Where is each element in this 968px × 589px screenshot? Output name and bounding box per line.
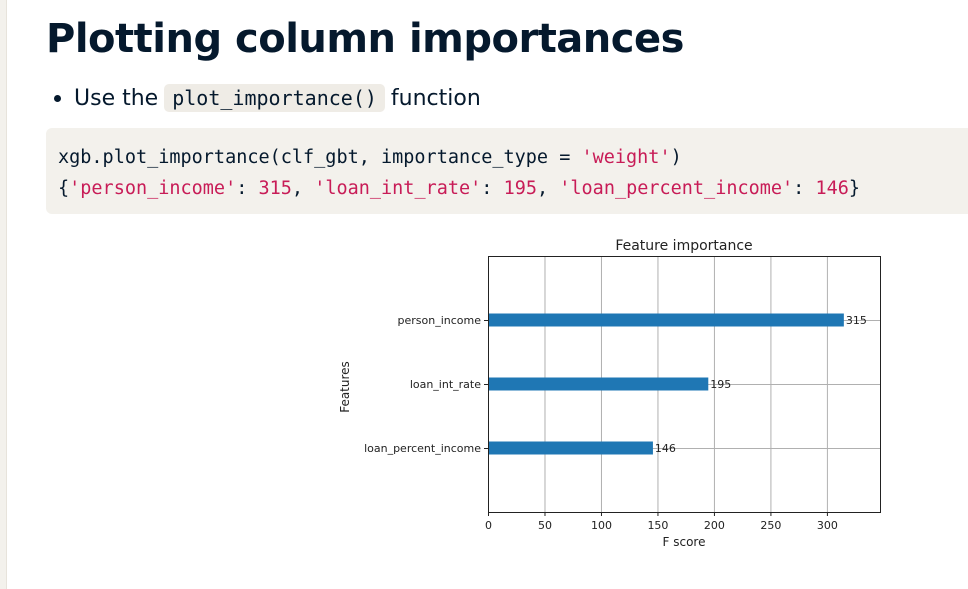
output-sep-2: : (481, 178, 504, 199)
y-axis-label: Features (338, 361, 352, 413)
output-value-3: 146 (815, 178, 849, 199)
output-brace-close: } (848, 178, 861, 199)
x-axis-label: F score (663, 535, 706, 549)
code-line-output: {'person_income': 315, 'loan_int_rate': … (58, 173, 968, 204)
bullet-item: Use the plot_importance() function (54, 84, 481, 112)
code-call-close: ) (670, 147, 682, 168)
code-string-arg: 'weight' (581, 147, 671, 168)
bar-value-label-loan_percent_income: 146 (655, 442, 676, 455)
bar-value-label-loan_int_rate: 195 (710, 378, 731, 391)
output-key-2: 'loan_int_rate' (314, 178, 482, 199)
x-tick-label-5: 250 (760, 519, 781, 532)
bullet-dot (54, 94, 61, 102)
x-tick-label-4: 200 (704, 519, 725, 532)
x-tick-label-3: 150 (647, 519, 668, 532)
output-key-3: 'loan_percent_income' (559, 178, 794, 199)
slide-title: Plotting column importances (46, 16, 684, 62)
code-call-text: xgb.plot_importance(clf_gbt, importance_… (58, 147, 582, 168)
y-tick-label-loan_percent_income: loan_percent_income (364, 442, 481, 455)
bar-loan_int_rate (488, 377, 709, 391)
x-tick-label-6: 300 (817, 519, 838, 532)
code-block: xgb.plot_importance(clf_gbt, importance_… (46, 128, 968, 214)
x-tick-label-0: 0 (485, 519, 492, 532)
output-brace-open: { (58, 178, 70, 199)
y-tick-label-person_income: person_income (398, 314, 482, 327)
y-tick-label-loan_int_rate: loan_int_rate (410, 378, 481, 391)
output-comma-1: , (291, 178, 315, 199)
output-sep-3: : (793, 178, 816, 199)
inline-code-function: plot_importance() (164, 84, 385, 112)
left-panel-strip (0, 0, 7, 589)
x-tick-label-2: 100 (591, 519, 612, 532)
bullet-prefix-text: Use the (74, 85, 159, 111)
code-line-call: xgb.plot_importance(clf_gbt, importance_… (58, 142, 968, 173)
chart-title: Feature importance (615, 238, 752, 254)
feature-importance-chart: Feature importance 315 195 146 person_inco… (338, 238, 881, 549)
output-value-2: 195 (503, 178, 537, 199)
output-sep-1: : (236, 178, 259, 199)
bar-value-label-person_income: 315 (846, 314, 867, 327)
bar-loan_percent_income (488, 441, 653, 455)
bar-person_income (488, 313, 844, 327)
output-key-1: 'person_income' (69, 178, 237, 199)
x-tick-label-1: 50 (538, 519, 552, 532)
output-value-1: 315 (258, 178, 292, 199)
bullet-suffix-text: function (390, 85, 481, 111)
output-comma-2: , (536, 178, 560, 199)
